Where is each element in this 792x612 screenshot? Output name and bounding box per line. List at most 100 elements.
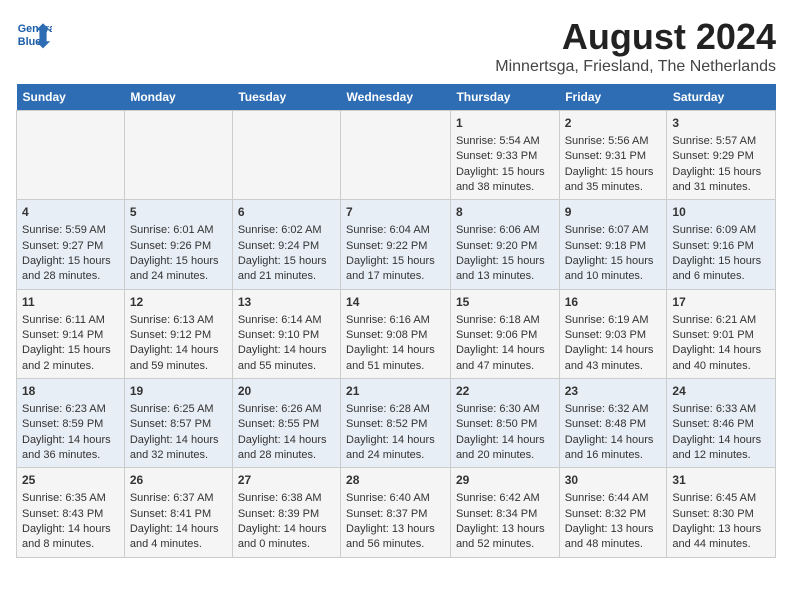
calendar-cell: 13Sunrise: 6:14 AMSunset: 9:10 PMDayligh…	[232, 289, 340, 378]
calendar-cell: 6Sunrise: 6:02 AMSunset: 9:24 PMDaylight…	[232, 200, 340, 289]
day-header-tuesday: Tuesday	[232, 84, 340, 111]
day-number: 7	[346, 204, 445, 221]
day-number: 11	[22, 294, 119, 311]
day-info: Sunrise: 6:14 AM	[238, 313, 335, 328]
day-info: Sunset: 8:52 PM	[346, 417, 445, 432]
day-info: Sunrise: 6:06 AM	[456, 223, 554, 238]
calendar-cell: 17Sunrise: 6:21 AMSunset: 9:01 PMDayligh…	[667, 289, 776, 378]
day-number: 13	[238, 294, 335, 311]
day-info: Sunset: 8:55 PM	[238, 417, 335, 432]
day-info: Daylight: 15 hours and 35 minutes.	[565, 165, 662, 196]
day-header-thursday: Thursday	[450, 84, 559, 111]
calendar-header: SundayMondayTuesdayWednesdayThursdayFrid…	[17, 84, 776, 111]
day-info: Daylight: 14 hours and 47 minutes.	[456, 343, 554, 374]
calendar-cell: 1Sunrise: 5:54 AMSunset: 9:33 PMDaylight…	[450, 111, 559, 200]
day-info: Sunset: 9:18 PM	[565, 239, 662, 254]
day-info: Daylight: 14 hours and 24 minutes.	[346, 433, 445, 464]
calendar-cell: 30 Sunrise: 6:44 AMSunset: 8:32 PMDayligh…	[559, 468, 667, 557]
day-number: 3	[672, 115, 770, 132]
day-info: Daylight: 15 hours and 31 minutes.	[672, 165, 770, 196]
calendar-cell: 22Sunrise: 6:30 AMSunset: 8:50 PMDayligh…	[450, 379, 559, 468]
day-info: Daylight: 14 hours and 59 minutes.	[130, 343, 227, 374]
day-info: Sunset: 9:03 PM	[565, 328, 662, 343]
calendar-cell: 23Sunrise: 6:32 AMSunset: 8:48 PMDayligh…	[559, 379, 667, 468]
calendar-cell: 12Sunrise: 6:13 AMSunset: 9:12 PMDayligh…	[124, 289, 232, 378]
calendar-cell: 29Sunrise: 6:42 AMSunset: 8:34 PMDayligh…	[450, 468, 559, 557]
day-info: Daylight: 13 hours and 48 minutes.	[565, 522, 662, 553]
day-info: Sunrise: 6:02 AM	[238, 223, 335, 238]
calendar-cell: 24Sunrise: 6:33 AMSunset: 8:46 PMDayligh…	[667, 379, 776, 468]
day-number: 4	[22, 204, 119, 221]
day-info: Sunrise: 6:45 AM	[672, 491, 770, 506]
day-header-monday: Monday	[124, 84, 232, 111]
calendar-week-3: 11Sunrise: 6:11 AMSunset: 9:14 PMDayligh…	[17, 289, 776, 378]
day-info: Daylight: 14 hours and 12 minutes.	[672, 433, 770, 464]
calendar-cell: 26Sunrise: 6:37 AMSunset: 8:41 PMDayligh…	[124, 468, 232, 557]
day-header-saturday: Saturday	[667, 84, 776, 111]
day-number: 14	[346, 294, 445, 311]
day-info: Sunset: 9:01 PM	[672, 328, 770, 343]
day-info: Daylight: 14 hours and 36 minutes.	[22, 433, 119, 464]
day-info: Daylight: 14 hours and 8 minutes.	[22, 522, 119, 553]
day-info: Daylight: 14 hours and 0 minutes.	[238, 522, 335, 553]
calendar-week-4: 18Sunrise: 6:23 AMSunset: 8:59 PMDayligh…	[17, 379, 776, 468]
day-info: Sunrise: 6:40 AM	[346, 491, 445, 506]
main-title: August 2024	[495, 16, 776, 58]
day-info: Daylight: 14 hours and 28 minutes.	[238, 433, 335, 464]
day-info: Sunrise: 6:44 AM	[565, 491, 662, 506]
title-area: August 2024 Minnertsga, Friesland, The N…	[495, 16, 776, 76]
day-info: Sunrise: 6:07 AM	[565, 223, 662, 238]
day-info: Sunset: 9:12 PM	[130, 328, 227, 343]
day-info: Daylight: 15 hours and 24 minutes.	[130, 254, 227, 285]
day-info: Sunset: 8:43 PM	[22, 507, 119, 522]
calendar-cell: 2Sunrise: 5:56 AMSunset: 9:31 PMDaylight…	[559, 111, 667, 200]
day-number: 27	[238, 472, 335, 489]
calendar-body: 1Sunrise: 5:54 AMSunset: 9:33 PMDaylight…	[17, 111, 776, 558]
day-info: Sunset: 9:31 PM	[565, 149, 662, 164]
day-number: 5	[130, 204, 227, 221]
day-info: Sunset: 9:22 PM	[346, 239, 445, 254]
day-info: Sunset: 8:30 PM	[672, 507, 770, 522]
day-number: 21	[346, 383, 445, 400]
calendar-cell: 9Sunrise: 6:07 AMSunset: 9:18 PMDaylight…	[559, 200, 667, 289]
day-info: Sunrise: 6:38 AM	[238, 491, 335, 506]
day-info: Sunrise: 6:18 AM	[456, 313, 554, 328]
calendar-cell: 15Sunrise: 6:18 AMSunset: 9:06 PMDayligh…	[450, 289, 559, 378]
calendar-week-5: 25Sunrise: 6:35 AMSunset: 8:43 PMDayligh…	[17, 468, 776, 557]
day-info: Sunset: 8:37 PM	[346, 507, 445, 522]
day-number: 12	[130, 294, 227, 311]
calendar-cell: 19Sunrise: 6:25 AMSunset: 8:57 PMDayligh…	[124, 379, 232, 468]
day-info: Sunset: 8:34 PM	[456, 507, 554, 522]
calendar-cell: 10Sunrise: 6:09 AMSunset: 9:16 PMDayligh…	[667, 200, 776, 289]
calendar-cell: 31Sunrise: 6:45 AMSunset: 8:30 PMDayligh…	[667, 468, 776, 557]
calendar-cell: 25Sunrise: 6:35 AMSunset: 8:43 PMDayligh…	[17, 468, 125, 557]
day-number: 20	[238, 383, 335, 400]
day-info: Daylight: 15 hours and 2 minutes.	[22, 343, 119, 374]
day-info: Sunrise: 6:42 AM	[456, 491, 554, 506]
day-number: 30	[565, 472, 662, 489]
day-info: Sunrise: 5:59 AM	[22, 223, 119, 238]
calendar-cell: 20Sunrise: 6:26 AMSunset: 8:55 PMDayligh…	[232, 379, 340, 468]
day-info: Sunrise: 6:35 AM	[22, 491, 119, 506]
day-info: Daylight: 15 hours and 10 minutes.	[565, 254, 662, 285]
day-info: Sunset: 8:50 PM	[456, 417, 554, 432]
day-info: Daylight: 14 hours and 4 minutes.	[130, 522, 227, 553]
day-number: 2	[565, 115, 662, 132]
day-info: Sunset: 9:33 PM	[456, 149, 554, 164]
calendar-cell: 16Sunrise: 6:19 AMSunset: 9:03 PMDayligh…	[559, 289, 667, 378]
day-info: Sunset: 8:57 PM	[130, 417, 227, 432]
day-info: Sunrise: 6:23 AM	[22, 402, 119, 417]
day-info: Sunrise: 6:01 AM	[130, 223, 227, 238]
day-info: Daylight: 13 hours and 52 minutes.	[456, 522, 554, 553]
logo: General Blue	[16, 16, 52, 52]
calendar-cell	[17, 111, 125, 200]
day-info: Sunset: 8:32 PM	[565, 507, 662, 522]
calendar-cell: 4Sunrise: 5:59 AMSunset: 9:27 PMDaylight…	[17, 200, 125, 289]
day-number: 17	[672, 294, 770, 311]
calendar-cell: 28Sunrise: 6:40 AMSunset: 8:37 PMDayligh…	[341, 468, 451, 557]
day-number: 18	[22, 383, 119, 400]
calendar-cell	[341, 111, 451, 200]
calendar-cell: 5Sunrise: 6:01 AMSunset: 9:26 PMDaylight…	[124, 200, 232, 289]
day-number: 19	[130, 383, 227, 400]
day-info: Sunset: 8:39 PM	[238, 507, 335, 522]
